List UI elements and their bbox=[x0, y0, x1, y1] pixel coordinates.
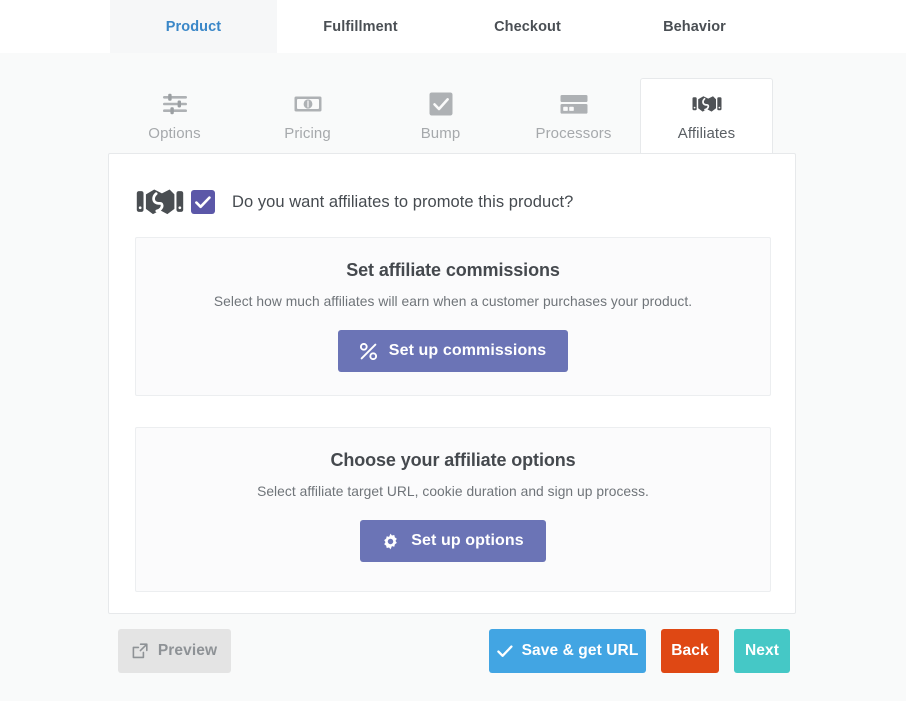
gear-icon bbox=[382, 533, 399, 550]
external-link-icon bbox=[132, 643, 148, 659]
set-up-options-label: Set up options bbox=[411, 532, 524, 549]
percent-icon bbox=[359, 342, 377, 360]
options-card-title: Choose your affiliate options bbox=[330, 450, 576, 470]
sub-tab-affiliates[interactable]: Affiliates bbox=[640, 78, 773, 153]
set-up-commissions-button[interactable]: Set up commissions bbox=[337, 330, 569, 372]
credit-card-icon bbox=[560, 91, 588, 117]
main-tab-spacer bbox=[0, 0, 110, 53]
sub-tab-options-label: Options bbox=[148, 125, 201, 142]
handshake-icon bbox=[692, 91, 722, 117]
options-card-subtitle: Select affiliate target URL, cookie dura… bbox=[257, 484, 649, 499]
sub-tab-bar: Options Pricing Bump Processors Affiliat… bbox=[108, 78, 796, 153]
banknote-icon bbox=[294, 91, 322, 117]
set-up-options-button[interactable]: Set up options bbox=[360, 520, 546, 562]
options-card: Choose your affiliate options Select aff… bbox=[135, 427, 771, 592]
commissions-card-title: Set affiliate commissions bbox=[346, 260, 560, 280]
check-icon bbox=[496, 644, 513, 658]
set-up-commissions-label: Set up commissions bbox=[388, 342, 547, 359]
next-button[interactable]: Next bbox=[734, 629, 790, 673]
back-button[interactable]: Back bbox=[661, 629, 719, 673]
sub-tab-processors[interactable]: Processors bbox=[507, 79, 640, 153]
preview-button[interactable]: Preview bbox=[118, 629, 231, 673]
commissions-card: Set affiliate commissions Select how muc… bbox=[135, 237, 771, 396]
footer-actions: Preview Save & get URL Back Next bbox=[108, 629, 796, 675]
affiliates-question-row: Do you want affiliates to promote this p… bbox=[135, 180, 769, 224]
sub-tab-pricing-label: Pricing bbox=[284, 125, 331, 142]
tab-behavior-label: Behavior bbox=[663, 18, 726, 35]
handshake-icon bbox=[135, 186, 185, 218]
tab-product-label: Product bbox=[165, 18, 222, 35]
save-and-get-url-button[interactable]: Save & get URL bbox=[489, 629, 646, 673]
sub-tab-affiliates-label: Affiliates bbox=[677, 125, 736, 142]
sub-tab-bump[interactable]: Bump bbox=[374, 79, 507, 153]
sub-tab-processors-label: Processors bbox=[535, 125, 612, 142]
main-tab-bar: Product Fulfillment Checkout Behavior bbox=[0, 0, 906, 53]
tab-fulfillment-label: Fulfillment bbox=[323, 18, 398, 35]
tab-product[interactable]: Product bbox=[110, 0, 277, 53]
tab-checkout[interactable]: Checkout bbox=[444, 0, 611, 53]
affiliates-question-label: Do you want affiliates to promote this p… bbox=[232, 192, 574, 211]
next-button-label: Next bbox=[745, 642, 779, 659]
page-root: Product Fulfillment Checkout Behavior Op… bbox=[0, 0, 906, 701]
sliders-icon bbox=[162, 91, 188, 117]
tab-checkout-label: Checkout bbox=[494, 18, 561, 35]
sub-tab-bump-label: Bump bbox=[420, 125, 461, 142]
tab-behavior[interactable]: Behavior bbox=[611, 0, 778, 53]
preview-button-label: Preview bbox=[157, 642, 218, 659]
affiliates-panel: Do you want affiliates to promote this p… bbox=[108, 153, 796, 614]
sub-tab-pricing[interactable]: Pricing bbox=[241, 79, 374, 153]
checkbox-icon bbox=[429, 91, 453, 117]
commissions-card-subtitle: Select how much affiliates will earn whe… bbox=[213, 294, 693, 309]
affiliates-enable-checkbox[interactable] bbox=[191, 190, 215, 214]
save-button-label: Save & get URL bbox=[521, 642, 639, 659]
check-icon bbox=[195, 195, 211, 208]
main-tab-tail bbox=[778, 0, 906, 53]
back-button-label: Back bbox=[671, 642, 709, 659]
tab-fulfillment[interactable]: Fulfillment bbox=[277, 0, 444, 53]
sub-tab-options[interactable]: Options bbox=[108, 79, 241, 153]
